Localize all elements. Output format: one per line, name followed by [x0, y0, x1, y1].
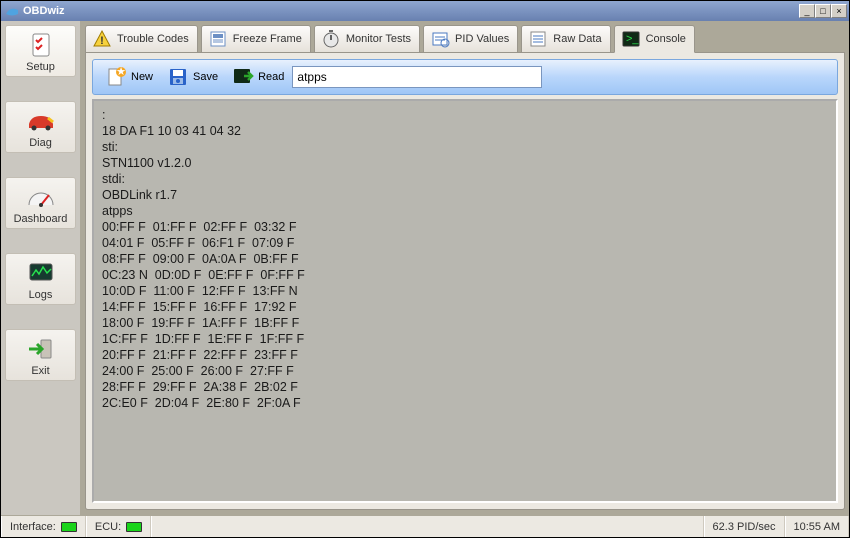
- console-toolbar: ★ New Save Read: [92, 59, 838, 95]
- save-button[interactable]: Save: [161, 64, 224, 90]
- gauge-icon: [25, 183, 57, 211]
- tab-label: Trouble Codes: [117, 33, 189, 45]
- sidebar-item-label: Diag: [29, 137, 52, 149]
- led-icon: [126, 522, 142, 532]
- console-output[interactable]: : 18 DA F1 10 03 41 04 32 sti: STN1100 v…: [92, 99, 838, 503]
- console-panel: ★ New Save Read : 18 DA F1 10 03 41 04 3…: [85, 52, 845, 510]
- save-icon: [167, 66, 189, 88]
- warning-icon: !: [92, 29, 112, 49]
- tab-label: Raw Data: [553, 33, 601, 45]
- svg-text:!: !: [100, 35, 104, 47]
- tab-label: PID Values: [455, 33, 509, 45]
- tab-trouble-codes[interactable]: ! Trouble Codes: [85, 25, 198, 53]
- status-spacer: [151, 516, 703, 537]
- sidebar: Setup Diag Dashboard Logs: [1, 21, 81, 515]
- title-bar: OBDwiz _ □ ×: [1, 1, 849, 21]
- button-label: New: [131, 71, 153, 83]
- button-label: Save: [193, 71, 218, 83]
- tab-monitor-tests[interactable]: Monitor Tests: [314, 25, 420, 53]
- sidebar-item-label: Exit: [31, 365, 49, 377]
- minimize-button[interactable]: _: [799, 4, 815, 18]
- snapshot-icon: [208, 29, 228, 49]
- tab-console[interactable]: >_ Console: [614, 25, 695, 53]
- stopwatch-icon: [321, 29, 341, 49]
- read-button[interactable]: Read: [226, 64, 290, 90]
- close-button[interactable]: ×: [831, 4, 847, 18]
- status-clock: 10:55 AM: [785, 516, 849, 537]
- sidebar-item-exit[interactable]: Exit: [5, 329, 76, 381]
- tab-bar: ! Trouble Codes Freeze Frame Monitor Tes…: [81, 21, 849, 53]
- status-bar: Interface: ECU: 62.3 PID/sec 10:55 AM: [1, 515, 849, 537]
- status-interface: Interface:: [1, 516, 86, 537]
- tab-label: Freeze Frame: [233, 33, 302, 45]
- sidebar-item-logs[interactable]: Logs: [5, 253, 76, 305]
- car-icon: [25, 107, 57, 135]
- tab-label: Console: [646, 33, 686, 45]
- app-icon: [5, 4, 19, 18]
- status-label: ECU:: [95, 521, 121, 533]
- sidebar-item-label: Dashboard: [14, 213, 68, 225]
- tab-freeze-frame[interactable]: Freeze Frame: [201, 25, 311, 53]
- sidebar-item-dashboard[interactable]: Dashboard: [5, 177, 76, 229]
- sidebar-item-label: Logs: [29, 289, 53, 301]
- content-area: ! Trouble Codes Freeze Frame Monitor Tes…: [81, 21, 849, 515]
- new-file-icon: ★: [105, 66, 127, 88]
- terminal-icon: >_: [621, 29, 641, 49]
- sidebar-item-label: Setup: [26, 61, 55, 73]
- sidebar-item-diag[interactable]: Diag: [5, 101, 76, 153]
- command-input[interactable]: [292, 66, 542, 88]
- rawdata-icon: [528, 29, 548, 49]
- checklist-icon: [25, 31, 57, 59]
- maximize-button[interactable]: □: [815, 4, 831, 18]
- read-icon: [232, 66, 254, 88]
- tab-pid-values[interactable]: PID Values: [423, 25, 518, 53]
- sidebar-item-setup[interactable]: Setup: [5, 25, 76, 77]
- status-pid-rate: 62.3 PID/sec: [704, 516, 785, 537]
- monitor-icon: [25, 259, 57, 287]
- svg-text:>_: >_: [626, 33, 639, 45]
- tab-label: Monitor Tests: [346, 33, 411, 45]
- tab-raw-data[interactable]: Raw Data: [521, 25, 610, 53]
- svg-text:★: ★: [116, 66, 126, 78]
- led-icon: [61, 522, 77, 532]
- button-label: Read: [258, 71, 284, 83]
- new-button[interactable]: ★ New: [99, 64, 159, 90]
- pid-icon: [430, 29, 450, 49]
- exit-arrow-icon: [25, 335, 57, 363]
- window-title: OBDwiz: [23, 5, 65, 17]
- status-label: Interface:: [10, 521, 56, 533]
- status-ecu: ECU:: [86, 516, 151, 537]
